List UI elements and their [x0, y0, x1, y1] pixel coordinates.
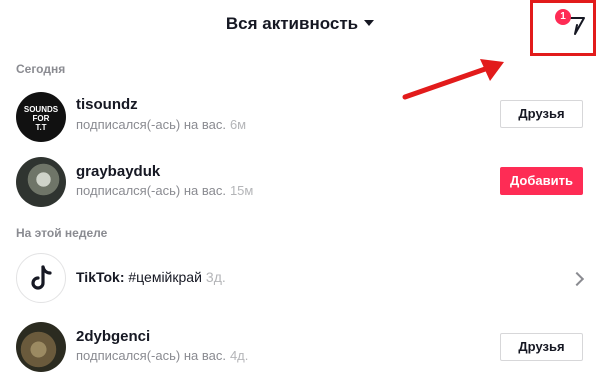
list-item[interactable]: 2dybgenci подписался(-ась) на вас. 4д. Др… — [0, 322, 600, 382]
hashtag-link[interactable]: #цемійкрай — [128, 269, 202, 285]
list-item[interactable]: graybayduk подписался(-ась) на вас. 15м Д… — [0, 157, 600, 217]
action-text: подписался(-ась) на вас. — [76, 348, 226, 363]
section-label-this-week: На этой неделе — [16, 226, 108, 240]
list-item[interactable]: SOUNDS FOR T.T tisoundz подписался(-ась)… — [0, 90, 600, 150]
avatar[interactable]: SOUNDS FOR T.T — [16, 92, 66, 142]
system-message: TikTok: #цемійкрай 3д. — [76, 269, 226, 285]
avatar[interactable] — [16, 253, 66, 303]
username[interactable]: tisoundz — [76, 96, 138, 113]
activity-text: подписался(-ась) на вас. 15м — [76, 183, 253, 198]
tiktok-logo-icon — [31, 265, 52, 290]
chevron-right-icon[interactable] — [569, 271, 585, 287]
action-text: подписался(-ась) на вас. — [76, 117, 226, 132]
add-button[interactable]: Добавить — [500, 167, 583, 195]
avatar-text: T.T — [35, 123, 47, 132]
timestamp: 6м — [229, 117, 247, 132]
page-title: Вся активность — [225, 14, 359, 33]
friends-button[interactable]: Друзья — [500, 333, 583, 361]
activity-text: подписался(-ась) на вас. 6м — [76, 117, 246, 132]
section-label-today: Сегодня — [16, 62, 66, 76]
activity-text: подписался(-ась) на вас. 4д. — [76, 348, 248, 363]
avatar[interactable] — [16, 157, 66, 207]
timestamp: 15м — [229, 183, 254, 198]
activity-filter-dropdown[interactable]: Вся активность — [0, 14, 600, 34]
avatar[interactable] — [16, 322, 66, 372]
friends-button[interactable]: Друзья — [500, 100, 583, 128]
username[interactable]: graybayduk — [76, 163, 160, 180]
username[interactable]: 2dybgenci — [76, 328, 150, 345]
sender-name: TikTok: — [76, 269, 125, 285]
timestamp: 4д. — [229, 348, 249, 363]
list-item[interactable]: TikTok: #цемійкрай 3д. — [0, 250, 600, 310]
avatar-text: SOUNDS — [23, 105, 59, 114]
action-text: подписался(-ась) на вас. — [76, 183, 226, 198]
caret-down-icon — [364, 19, 375, 26]
avatar-text: FOR — [32, 114, 50, 123]
timestamp: 3д. — [205, 269, 226, 285]
notification-badge: 1 — [555, 9, 571, 25]
